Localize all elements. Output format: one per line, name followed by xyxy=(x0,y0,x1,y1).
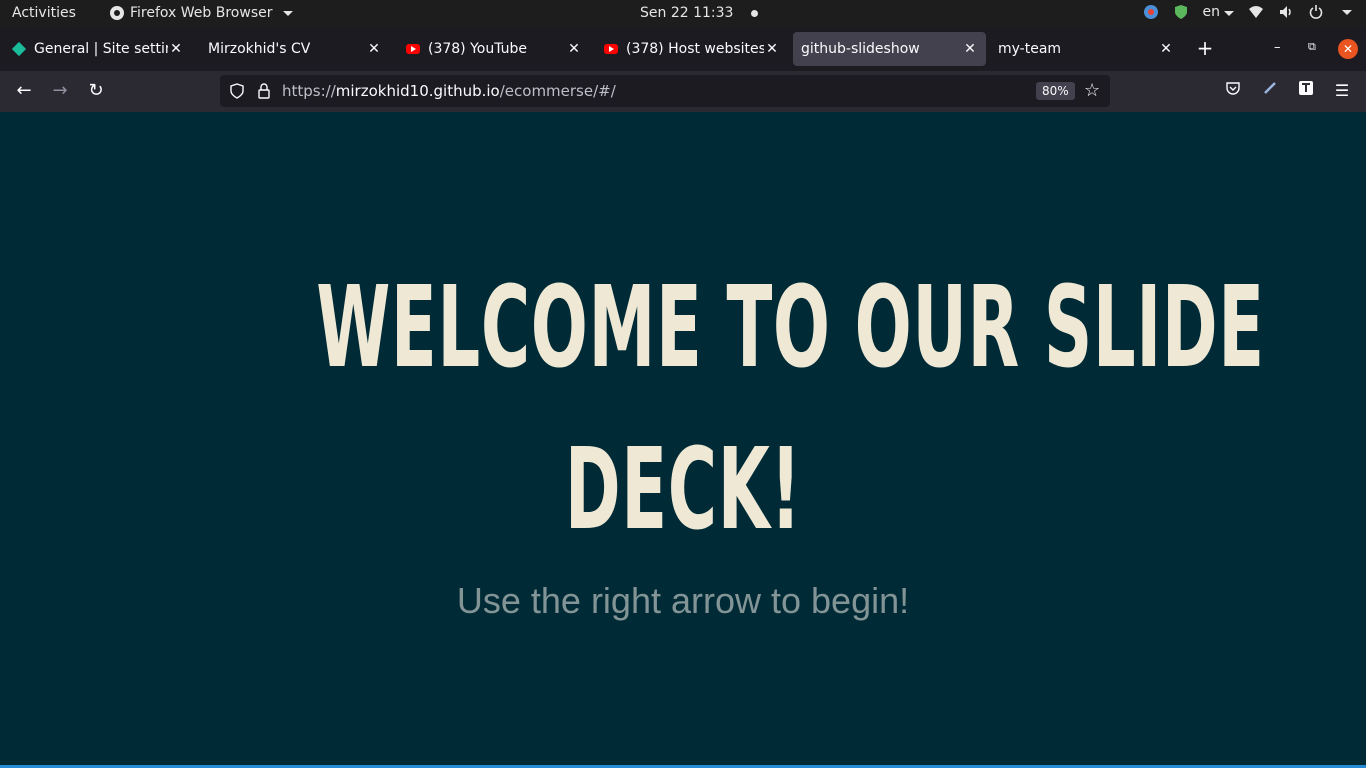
power-icon[interactable] xyxy=(1308,4,1324,20)
hamburger-menu-icon[interactable]: ☰ xyxy=(1331,80,1353,102)
tab-title: github-slideshow xyxy=(801,41,920,57)
lock-icon[interactable] xyxy=(258,83,270,99)
keyboard-layout-label: en xyxy=(1202,4,1221,20)
tab-title: Mirzokhid's CV xyxy=(208,41,311,57)
new-tab-button[interactable]: + xyxy=(1195,38,1215,59)
chrome-indicator-icon[interactable] xyxy=(1143,4,1159,20)
slide-subtitle: Use the right arrow to begin! xyxy=(456,580,910,621)
security-shield-icon[interactable] xyxy=(1173,4,1189,20)
zoom-indicator[interactable]: 80% xyxy=(1036,82,1075,100)
tab-host-websites[interactable]: (378) Host websites o ✕ xyxy=(596,32,788,66)
url-host: mirzokhid10.github.io xyxy=(335,82,500,100)
clock-label: Sen 22 11:33 xyxy=(640,5,734,21)
activities-button[interactable]: Activities xyxy=(12,5,76,21)
slide-title-line-2: deck! xyxy=(564,425,802,555)
tab-general-site-settings[interactable]: General | Site setting ✕ xyxy=(4,32,192,66)
minimize-button[interactable]: – xyxy=(1274,40,1281,55)
tab-title: General | Site setting xyxy=(34,41,168,57)
extension-t-icon[interactable] xyxy=(1295,80,1317,102)
window-close-button[interactable]: ✕ xyxy=(1338,39,1358,59)
reload-button[interactable]: ↻ xyxy=(86,81,106,101)
tab-strip: General | Site setting ✕ Mirzokhid's CV … xyxy=(0,27,1366,71)
notification-dot-icon xyxy=(751,9,759,17)
volume-icon[interactable] xyxy=(1278,4,1294,20)
maximize-button[interactable]: ⧉ xyxy=(1308,40,1316,54)
tab-title: (378) YouTube xyxy=(428,41,528,57)
tab-youtube[interactable]: (378) YouTube ✕ xyxy=(398,32,590,66)
close-icon[interactable]: ✕ xyxy=(764,41,780,57)
url-bar[interactable]: https://mirzokhid10.github.io/ecommerse/… xyxy=(220,75,1110,107)
keyboard-layout-menu[interactable]: en xyxy=(1202,4,1234,20)
chevron-down-icon xyxy=(1224,11,1234,16)
close-icon[interactable]: ✕ xyxy=(366,41,382,57)
site-diamond-icon xyxy=(11,41,27,57)
slide-title: Welcome to our slide deck! xyxy=(0,247,1366,571)
system-menu-chevron-icon[interactable] xyxy=(1342,9,1352,15)
close-icon[interactable]: ✕ xyxy=(566,41,582,57)
system-tray: en xyxy=(1143,4,1352,20)
app-menu-label: Firefox Web Browser xyxy=(130,5,273,21)
bookmark-star-icon[interactable]: ☆ xyxy=(1084,80,1100,101)
navigation-toolbar: ← → ↻ https://mirzokhid10.github.io/ecom… xyxy=(0,71,1366,112)
youtube-icon xyxy=(406,44,420,54)
pocket-icon[interactable] xyxy=(1222,80,1244,102)
back-button[interactable]: ← xyxy=(14,81,34,101)
clock[interactable]: Sen 22 11:33 xyxy=(640,5,759,21)
tab-mirzokhid-cv[interactable]: Mirzokhid's CV ✕ xyxy=(200,32,390,66)
slide-page: Welcome to our slide deck! Use the right… xyxy=(0,112,1366,768)
url-scheme: https:// xyxy=(282,82,336,100)
url-text[interactable]: https://mirzokhid10.github.io/ecommerse/… xyxy=(282,82,616,100)
slide-title-line-1: Welcome to our slide xyxy=(316,263,1265,393)
extension-pen-icon[interactable] xyxy=(1259,80,1281,102)
tab-title: (378) Host websites o xyxy=(626,41,764,57)
close-icon[interactable]: ✕ xyxy=(962,41,978,57)
tab-title: my-team xyxy=(998,41,1062,57)
firefox-icon xyxy=(110,6,124,20)
youtube-icon xyxy=(604,44,618,54)
app-menu[interactable]: Firefox Web Browser xyxy=(110,5,293,21)
close-icon[interactable]: ✕ xyxy=(1158,41,1174,57)
chevron-down-icon xyxy=(282,10,293,16)
forward-button[interactable]: → xyxy=(50,81,70,101)
close-icon[interactable]: ✕ xyxy=(168,41,184,57)
url-path: /ecommerse/#/ xyxy=(499,82,616,100)
tracking-protection-shield-icon[interactable] xyxy=(230,83,244,99)
system-top-bar: Activities Firefox Web Browser Sen 22 11… xyxy=(0,0,1366,27)
tab-github-slideshow[interactable]: github-slideshow ✕ xyxy=(793,32,986,66)
tab-my-team[interactable]: my-team ✕ xyxy=(990,32,1182,66)
wifi-icon[interactable] xyxy=(1248,4,1264,20)
